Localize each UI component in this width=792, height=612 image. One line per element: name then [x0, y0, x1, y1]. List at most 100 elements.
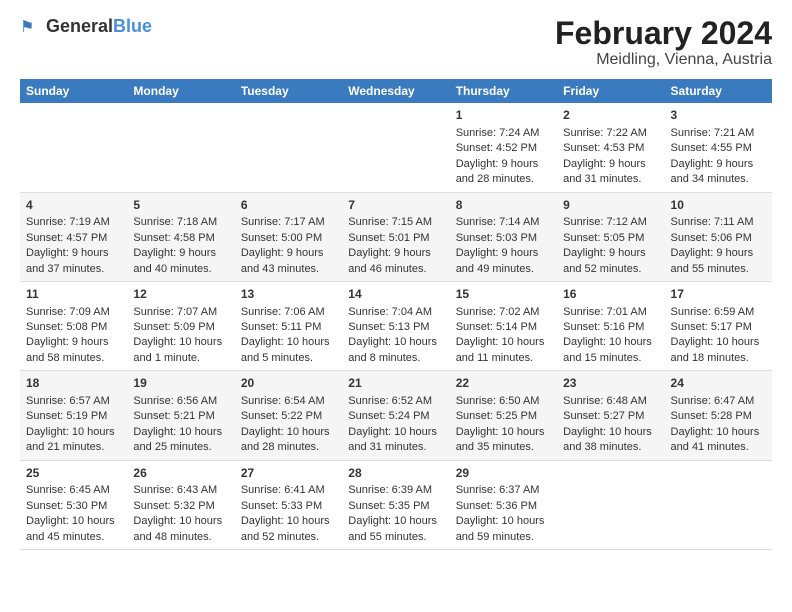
- day-info: Sunrise: 7:19 AM: [26, 215, 121, 230]
- calendar-cell: 4Sunrise: 7:19 AMSunset: 4:57 PMDaylight…: [20, 192, 127, 281]
- day-info: Sunset: 5:24 PM: [348, 409, 443, 424]
- calendar-cell: [342, 103, 449, 192]
- calendar-cell: 24Sunrise: 6:47 AMSunset: 5:28 PMDayligh…: [665, 371, 772, 460]
- day-info: Sunset: 5:09 PM: [133, 320, 228, 335]
- day-info: Sunrise: 6:41 AM: [241, 483, 336, 498]
- day-info: and 38 minutes.: [563, 440, 658, 455]
- calendar-cell: 12Sunrise: 7:07 AMSunset: 5:09 PMDayligh…: [127, 281, 234, 370]
- day-number: 13: [241, 286, 336, 303]
- day-number: 5: [133, 197, 228, 214]
- day-info: Daylight: 10 hours: [26, 425, 121, 440]
- day-number: 19: [133, 375, 228, 392]
- day-info: and 8 minutes.: [348, 351, 443, 366]
- day-info: Sunset: 5:03 PM: [456, 231, 551, 246]
- day-info: Sunrise: 7:21 AM: [671, 126, 766, 141]
- day-number: 7: [348, 197, 443, 214]
- day-info: and 25 minutes.: [133, 440, 228, 455]
- calendar-cell: 8Sunrise: 7:14 AMSunset: 5:03 PMDaylight…: [450, 192, 557, 281]
- day-info: Daylight: 9 hours: [456, 246, 551, 261]
- day-info: Daylight: 10 hours: [26, 514, 121, 529]
- day-info: Sunrise: 7:15 AM: [348, 215, 443, 230]
- week-row-3: 11Sunrise: 7:09 AMSunset: 5:08 PMDayligh…: [20, 281, 772, 370]
- calendar-cell: 22Sunrise: 6:50 AMSunset: 5:25 PMDayligh…: [450, 371, 557, 460]
- day-info: Sunset: 5:16 PM: [563, 320, 658, 335]
- day-number: 6: [241, 197, 336, 214]
- day-info: Sunrise: 7:02 AM: [456, 305, 551, 320]
- day-number: 1: [456, 107, 551, 124]
- day-info: Sunset: 5:32 PM: [133, 499, 228, 514]
- day-info: Sunset: 5:28 PM: [671, 409, 766, 424]
- calendar-cell: 13Sunrise: 7:06 AMSunset: 5:11 PMDayligh…: [235, 281, 342, 370]
- logo-blue: Blue: [113, 16, 152, 36]
- day-info: Daylight: 10 hours: [348, 335, 443, 350]
- day-info: Sunrise: 6:56 AM: [133, 394, 228, 409]
- day-info: Sunset: 5:30 PM: [26, 499, 121, 514]
- day-info: Sunrise: 6:43 AM: [133, 483, 228, 498]
- day-info: and 48 minutes.: [133, 530, 228, 545]
- day-info: Sunset: 4:55 PM: [671, 141, 766, 156]
- calendar-title: February 2024: [555, 16, 772, 51]
- calendar-cell: 21Sunrise: 6:52 AMSunset: 5:24 PMDayligh…: [342, 371, 449, 460]
- day-info: Sunrise: 7:04 AM: [348, 305, 443, 320]
- col-header-wednesday: Wednesday: [342, 79, 449, 103]
- day-number: 9: [563, 197, 658, 214]
- day-info: Sunset: 5:06 PM: [671, 231, 766, 246]
- day-info: Sunrise: 7:09 AM: [26, 305, 121, 320]
- day-info: Daylight: 9 hours: [456, 157, 551, 172]
- day-info: Sunset: 5:33 PM: [241, 499, 336, 514]
- day-number: 3: [671, 107, 766, 124]
- calendar-cell: 10Sunrise: 7:11 AMSunset: 5:06 PMDayligh…: [665, 192, 772, 281]
- header-row: SundayMondayTuesdayWednesdayThursdayFrid…: [20, 79, 772, 103]
- day-info: Sunrise: 6:59 AM: [671, 305, 766, 320]
- day-info: Sunset: 4:53 PM: [563, 141, 658, 156]
- calendar-cell: 29Sunrise: 6:37 AMSunset: 5:36 PMDayligh…: [450, 460, 557, 549]
- day-info: Daylight: 10 hours: [456, 514, 551, 529]
- week-row-1: 1Sunrise: 7:24 AMSunset: 4:52 PMDaylight…: [20, 103, 772, 192]
- day-info: and 49 minutes.: [456, 262, 551, 277]
- day-info: Daylight: 10 hours: [241, 425, 336, 440]
- day-info: and 1 minute.: [133, 351, 228, 366]
- day-info: and 58 minutes.: [26, 351, 121, 366]
- calendar-cell: 3Sunrise: 7:21 AMSunset: 4:55 PMDaylight…: [665, 103, 772, 192]
- day-info: and 31 minutes.: [348, 440, 443, 455]
- calendar-cell: 9Sunrise: 7:12 AMSunset: 5:05 PMDaylight…: [557, 192, 664, 281]
- day-info: and 21 minutes.: [26, 440, 121, 455]
- day-info: Sunrise: 6:45 AM: [26, 483, 121, 498]
- day-info: Sunrise: 6:39 AM: [348, 483, 443, 498]
- day-info: and 40 minutes.: [133, 262, 228, 277]
- day-info: Daylight: 9 hours: [563, 246, 658, 261]
- calendar-cell: 7Sunrise: 7:15 AMSunset: 5:01 PMDaylight…: [342, 192, 449, 281]
- day-number: 23: [563, 375, 658, 392]
- day-info: Daylight: 9 hours: [348, 246, 443, 261]
- day-info: and 28 minutes.: [456, 172, 551, 187]
- day-info: Sunset: 5:00 PM: [241, 231, 336, 246]
- day-info: Sunrise: 7:18 AM: [133, 215, 228, 230]
- day-info: Daylight: 10 hours: [563, 425, 658, 440]
- day-number: 10: [671, 197, 766, 214]
- title-block: February 2024 Meidling, Vienna, Austria: [555, 16, 772, 69]
- logo-general: General: [46, 16, 113, 36]
- day-info: and 59 minutes.: [456, 530, 551, 545]
- day-info: Sunset: 4:57 PM: [26, 231, 121, 246]
- calendar-cell: 27Sunrise: 6:41 AMSunset: 5:33 PMDayligh…: [235, 460, 342, 549]
- day-info: Sunset: 5:36 PM: [456, 499, 551, 514]
- day-info: Sunset: 5:27 PM: [563, 409, 658, 424]
- day-info: Sunrise: 6:57 AM: [26, 394, 121, 409]
- day-info: Daylight: 9 hours: [563, 157, 658, 172]
- day-info: Sunset: 5:35 PM: [348, 499, 443, 514]
- col-header-monday: Monday: [127, 79, 234, 103]
- day-info: Sunset: 5:13 PM: [348, 320, 443, 335]
- day-number: 8: [456, 197, 551, 214]
- day-info: Sunrise: 7:14 AM: [456, 215, 551, 230]
- day-info: Sunset: 5:19 PM: [26, 409, 121, 424]
- calendar-cell: 1Sunrise: 7:24 AMSunset: 4:52 PMDaylight…: [450, 103, 557, 192]
- day-info: and 41 minutes.: [671, 440, 766, 455]
- day-info: Daylight: 10 hours: [133, 514, 228, 529]
- day-info: Daylight: 10 hours: [133, 425, 228, 440]
- col-header-friday: Friday: [557, 79, 664, 103]
- calendar-cell: [20, 103, 127, 192]
- col-header-tuesday: Tuesday: [235, 79, 342, 103]
- day-info: Sunset: 5:22 PM: [241, 409, 336, 424]
- day-info: Daylight: 10 hours: [671, 425, 766, 440]
- day-info: Sunset: 4:52 PM: [456, 141, 551, 156]
